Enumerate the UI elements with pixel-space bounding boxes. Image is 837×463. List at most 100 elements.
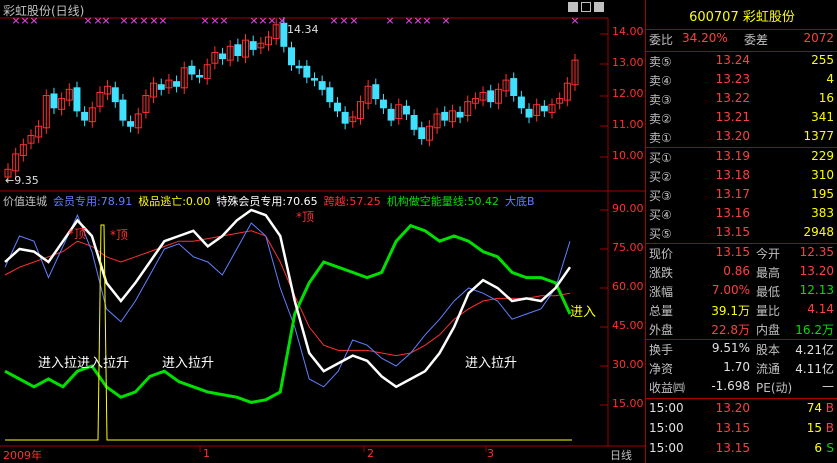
indicator-axis-tick: 75.00 [612, 241, 644, 254]
indicator-axis-tick: 60.00 [612, 280, 644, 293]
candle [127, 121, 135, 127]
price-axis-tick: 14.00 [612, 25, 644, 38]
legend-entry: 极品逃亡:0.00 [138, 195, 211, 208]
stat-row: 总量 39.1万 量比 4.14 [649, 302, 834, 318]
price-axis-tick: 12.00 [612, 87, 644, 100]
series-line [4, 223, 572, 404]
signal-label: 进入拉升 [465, 356, 518, 371]
ask-row: 卖⑤ 13.24 255 [649, 53, 834, 69]
candle [50, 93, 58, 109]
low-price-label: ←9.35 [5, 174, 39, 187]
high-price-label: 14.34 [287, 23, 319, 36]
signal-marker: × [277, 14, 286, 27]
ask-row: 卖② 13.21 341 [649, 110, 834, 126]
signal-marker: × [101, 14, 110, 27]
legend-entry: 跨越:57.25 [323, 195, 381, 208]
legend-entry: 特殊会员专用:70.65 [216, 195, 318, 208]
date-label: 2009年 [3, 449, 42, 462]
stock-header: 600707 彩虹股份 [646, 6, 837, 25]
chart-area[interactable]: × × × × × × × × × × × × × × × × × × × × × × × × × × × 彩虹股份(日线) 价值连… [0, 0, 645, 463]
signal-marker: × [158, 14, 167, 27]
candle [288, 47, 295, 66]
signal-marker: × [404, 14, 413, 27]
signal-marker: × [570, 14, 579, 27]
candle [303, 65, 311, 78]
signal-label: 进入 [570, 305, 597, 320]
candle [188, 65, 196, 75]
price-axis-tick: 13.00 [612, 56, 644, 69]
ask-row: 卖④ 13.23 4 [649, 72, 834, 88]
ask-row: 卖① 13.20 1377 [649, 129, 834, 145]
date-label: 2 [367, 447, 374, 460]
close-button[interactable] [594, 2, 604, 12]
signal-marker: × [129, 14, 138, 27]
legend-entry: 大底B [505, 195, 535, 208]
candle [326, 87, 334, 103]
bid-row: 买③ 13.17 195 [649, 187, 834, 203]
date-label: 1 [203, 447, 210, 460]
bid-row: 买② 13.18 310 [649, 168, 834, 184]
candle [196, 75, 204, 78]
indicator-axis-tick: 90.00 [612, 202, 644, 215]
candle [341, 111, 349, 124]
weibi-row: 委比 34.20% 委差 2072 [649, 31, 834, 47]
signal-marker: × [267, 14, 276, 27]
fundamental-row: 收益㈣ -1.698 PE(动) — [649, 379, 834, 395]
signal-marker: × [339, 14, 348, 27]
period-label[interactable]: 日线 [610, 447, 632, 463]
candle [379, 99, 387, 109]
candle [318, 81, 326, 90]
legend-entry: 机构做空能量线:50.42 [386, 195, 500, 208]
bid-row: 买① 13.19 229 [649, 149, 834, 165]
signal-marker: × [249, 14, 258, 27]
signal-marker: × [219, 14, 228, 27]
signal-marker: × [413, 14, 422, 27]
indicator-axis-tick: 45.00 [612, 319, 644, 332]
quote-panel: 600707 彩虹股份 委比 34.20% 委差 2072 卖⑤ 13.24 255… [645, 0, 837, 463]
signal-label: 进入拉进入拉升 [38, 356, 130, 371]
stock-code: 600707 [689, 10, 739, 25]
indicator-legend: 价值连城 会员专用:78.91 极品逃亡:0.00 特殊会员专用:70.65 跨越:57… [3, 193, 541, 209]
candle [81, 111, 89, 121]
price-axis-tick: 10.00 [612, 149, 644, 162]
ask-row: 卖③ 13.22 16 [649, 91, 834, 107]
candle [510, 78, 518, 97]
candle [119, 99, 127, 121]
candle [295, 65, 303, 69]
zoom-button[interactable] [568, 2, 578, 12]
signal-marker: × [83, 14, 92, 27]
legend-entry: 价值连城 [3, 195, 47, 208]
signal-marker: × [210, 14, 219, 27]
candle [387, 108, 395, 121]
candle [441, 111, 449, 121]
stock-name: 彩虹股份 [742, 10, 795, 25]
signal-marker: × [385, 14, 394, 27]
candle [525, 108, 533, 118]
bid-row: 买④ 13.16 383 [649, 206, 834, 222]
tick-row: 15:00 13.15 15 B [649, 421, 834, 435]
candle [73, 87, 81, 112]
candle [310, 78, 318, 81]
signal-marker: × [349, 14, 358, 27]
candle [540, 105, 548, 112]
candle [402, 105, 410, 115]
chart-canvas[interactable]: × × × × ×× × × × × × × × × × × × × × × × × × × × × × [0, 0, 645, 463]
series-line [5, 224, 572, 441]
candle [372, 84, 380, 100]
top-signal-label: *顶 [68, 227, 87, 241]
stat-row: 涨跌 0.86 最高 13.20 [649, 264, 834, 280]
candle [418, 127, 426, 140]
price-axis-tick: 11.00 [612, 118, 644, 131]
indicator-axis-tick: 15.00 [612, 397, 644, 410]
candle [157, 84, 165, 90]
candle [456, 111, 464, 118]
signal-marker: × [200, 14, 209, 27]
candle [410, 114, 418, 130]
stat-row: 现价 13.15 今开 12.35 [649, 245, 834, 261]
signal-marker: × [422, 14, 431, 27]
signal-marker: × [139, 14, 148, 27]
tick-row: 15:00 13.20 74 B [649, 401, 834, 415]
stat-row: 外盘 22.8万 内盘 16.2万 [649, 323, 834, 337]
candle [249, 41, 257, 50]
restore-button[interactable] [581, 2, 591, 12]
